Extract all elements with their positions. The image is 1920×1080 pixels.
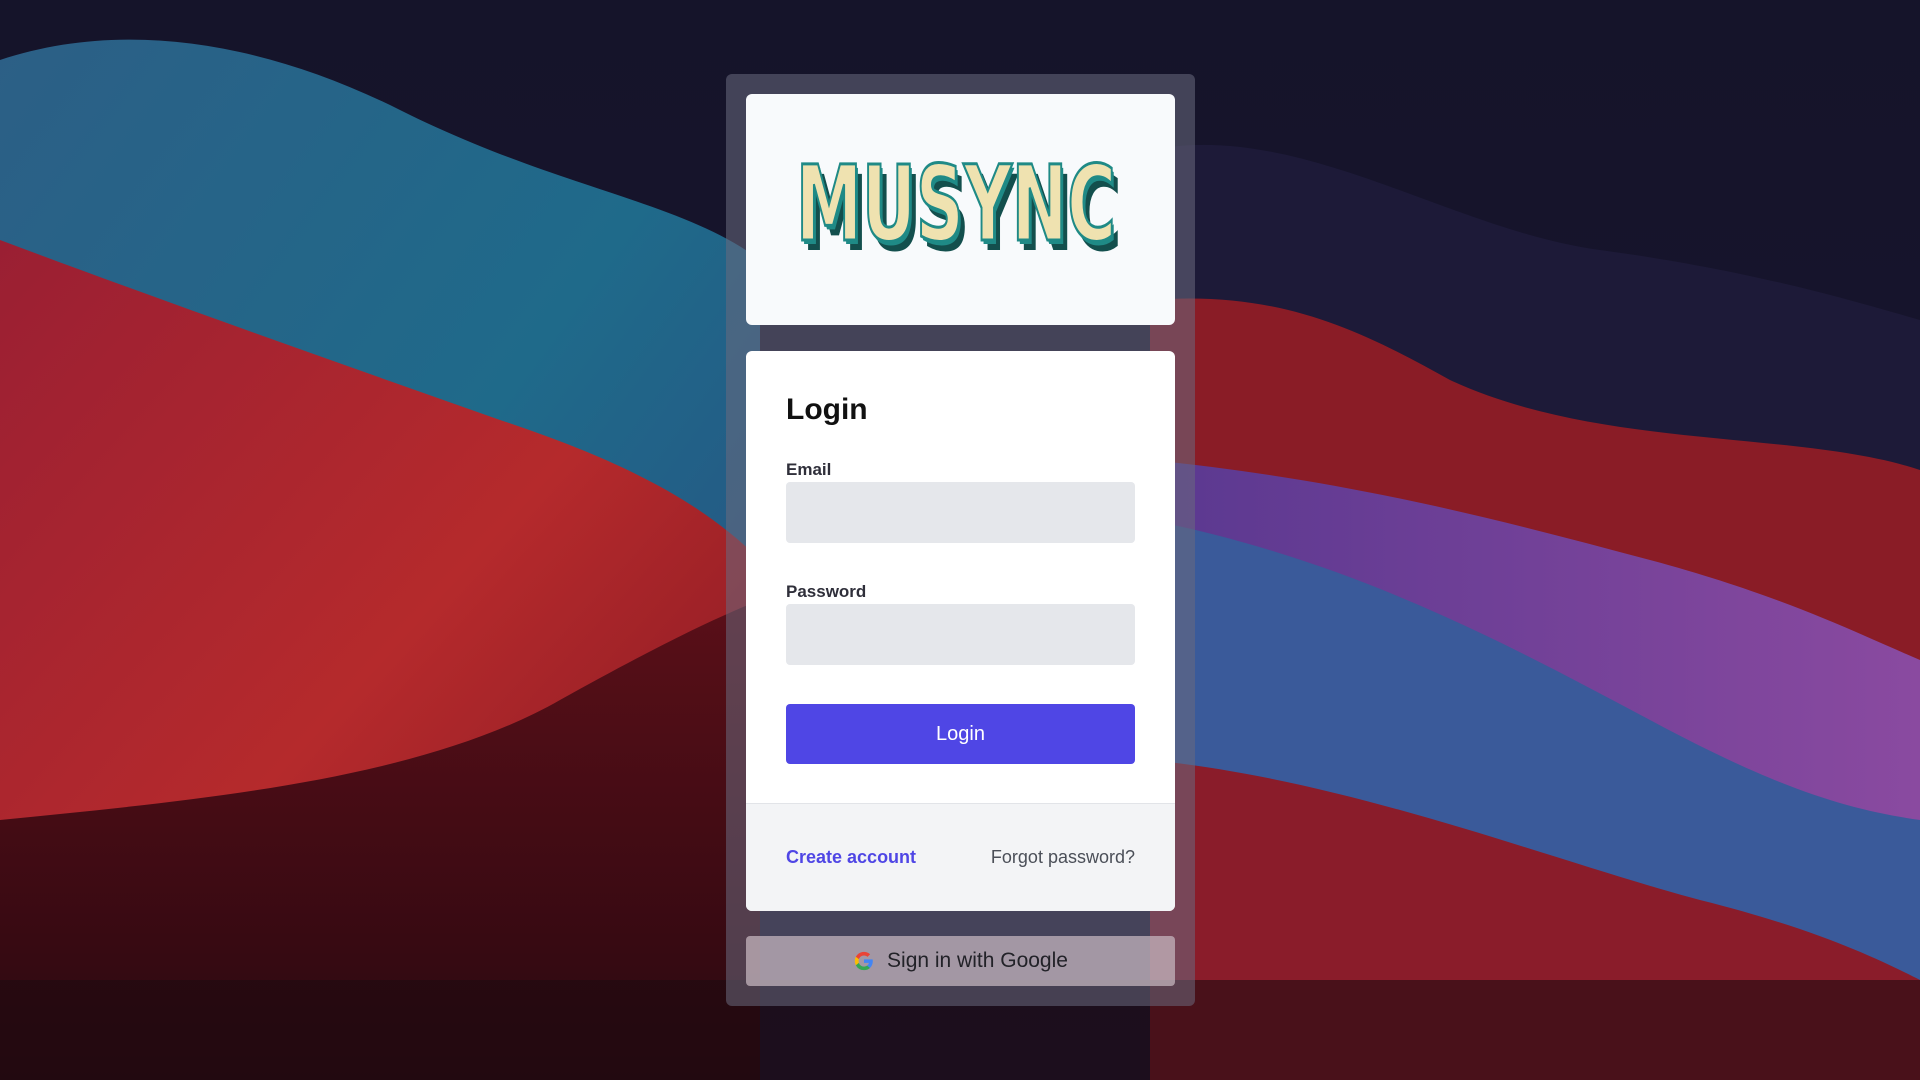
login-form-footer: Create account Forgot password? <box>746 803 1175 911</box>
musync-logo: MUSYNC MUSYNC MUSYNC <box>796 144 1122 274</box>
email-label: Email <box>786 460 832 479</box>
forgot-password-link[interactable]: Forgot password? <box>991 847 1135 868</box>
login-panel: MUSYNC MUSYNC MUSYNC Login Email Passwor… <box>726 74 1195 1006</box>
logo-card: MUSYNC MUSYNC MUSYNC <box>746 94 1175 325</box>
google-icon <box>853 950 875 972</box>
login-title: Login <box>786 393 868 426</box>
login-form: Login Email Password Login Create accoun… <box>746 351 1175 911</box>
google-sign-in-button[interactable]: Sign in with Google <box>746 936 1175 986</box>
password-label: Password <box>786 582 867 601</box>
email-field[interactable] <box>786 482 1135 543</box>
create-account-link[interactable]: Create account <box>786 847 916 868</box>
login-button[interactable]: Login <box>786 704 1135 764</box>
google-sign-in-label: Sign in with Google <box>887 949 1068 972</box>
password-field[interactable] <box>786 604 1135 665</box>
svg-text:MUSYNC: MUSYNC <box>796 144 1116 265</box>
